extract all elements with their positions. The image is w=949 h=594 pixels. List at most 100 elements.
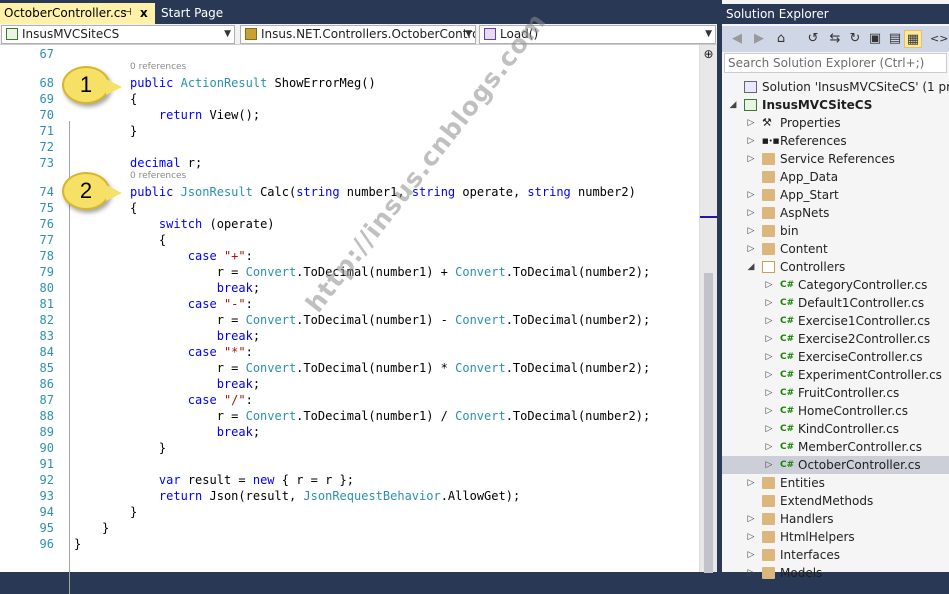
tree-item[interactable]: App_Data — [722, 168, 949, 186]
tab-start-page[interactable]: Start Page — [157, 3, 257, 24]
collapsed-arrow-icon[interactable]: ▷ — [746, 510, 756, 528]
collapsed-arrow-icon[interactable]: ▷ — [764, 402, 774, 420]
solution-search-input[interactable]: Search Solution Explorer (Ctrl+;) — [724, 53, 947, 73]
tree-item[interactable]: ▷ Handlers — [722, 510, 949, 528]
close-icon[interactable]: x — [140, 3, 148, 23]
tree-item[interactable]: ◢ InsusMVCSiteCS — [722, 96, 949, 114]
code-line[interactable]: case "-": — [130, 297, 253, 311]
code-line[interactable]: } — [74, 537, 81, 551]
code-line[interactable]: r = Convert.ToDecimal(number1) / Convert… — [130, 409, 651, 423]
collapsed-arrow-icon[interactable]: ▷ — [746, 222, 756, 240]
tree-item[interactable]: ▷ HtmlHelpers — [722, 528, 949, 546]
code-line[interactable]: var result = new { r = r }; — [130, 473, 354, 487]
code-editor[interactable]: OctoberController.cs ⊣ x Start Page Insu… — [0, 0, 717, 594]
tab-october-controller[interactable]: OctoberController.cs ⊣ x — [0, 3, 155, 24]
code-line[interactable]: { — [130, 201, 137, 215]
collapsed-arrow-icon[interactable]: ▷ — [764, 366, 774, 384]
collapsed-arrow-icon[interactable]: ▷ — [764, 384, 774, 402]
tree-item[interactable]: ◢ Controllers — [722, 258, 949, 276]
tree-item[interactable]: ExtendMethods — [722, 492, 949, 510]
code-lens-references[interactable]: 0 references — [130, 171, 186, 181]
tree-item[interactable]: ▷ C# KindController.cs — [722, 420, 949, 438]
collapsed-arrow-icon[interactable]: ▷ — [746, 240, 756, 258]
code-line[interactable]: r = Convert.ToDecimal(number1) + Convert… — [130, 265, 651, 279]
tree-item[interactable]: ▷ C# OctoberController.cs — [722, 456, 949, 474]
collapse-icon[interactable]: ▣ — [866, 30, 884, 48]
code-line[interactable]: break; — [130, 377, 260, 391]
collapsed-arrow-icon[interactable]: ▷ — [764, 294, 774, 312]
collapsed-arrow-icon[interactable]: ▷ — [746, 546, 756, 564]
code-line[interactable]: } — [130, 124, 137, 138]
code-line[interactable]: return Json(result, JsonRequestBehavior.… — [130, 489, 520, 503]
code-line[interactable]: r = Convert.ToDecimal(number1) * Convert… — [130, 361, 651, 375]
code-lens-references[interactable]: 0 references — [130, 62, 186, 72]
vertical-scrollbar[interactable]: ⊕ — [699, 45, 717, 573]
collapsed-arrow-icon[interactable]: ▷ — [764, 312, 774, 330]
tree-item[interactable]: ▷ C# MemberController.cs — [722, 438, 949, 456]
tree-item[interactable]: ▷ C# Exercise1Controller.cs — [722, 312, 949, 330]
code-line[interactable]: break; — [130, 329, 260, 343]
collapsed-arrow-icon[interactable]: ▷ — [746, 528, 756, 546]
code-line[interactable]: } — [130, 505, 137, 519]
tree-item[interactable]: ▷ Entities — [722, 474, 949, 492]
code-line[interactable]: return View(); — [130, 108, 260, 122]
forward-icon[interactable]: ▶ — [750, 30, 768, 48]
code-line[interactable]: break; — [130, 425, 260, 439]
history-icon[interactable]: ↺ — [804, 30, 822, 48]
tree-item[interactable]: ▷ C# ExperimentController.cs — [722, 366, 949, 384]
back-icon[interactable]: ◀ — [728, 30, 746, 48]
expanded-arrow-icon[interactable]: ◢ — [728, 96, 738, 114]
tree-item[interactable]: Solution 'InsusMVCSiteCS' (1 project) — [722, 78, 949, 96]
code-line[interactable]: } — [102, 521, 109, 535]
collapsed-arrow-icon[interactable]: ▷ — [764, 348, 774, 366]
code-line[interactable]: } — [130, 441, 166, 455]
code-line[interactable]: r = Convert.ToDecimal(number1) - Convert… — [130, 313, 651, 327]
code-area[interactable]: 67 0 references 68 public ActionResult Show… — [0, 45, 699, 594]
collapsed-arrow-icon[interactable]: ▷ — [764, 438, 774, 456]
split-icon[interactable]: ⊕ — [701, 47, 716, 61]
scrollbar-thumb[interactable] — [704, 273, 713, 573]
tree-item[interactable]: ▷ Models — [722, 564, 949, 582]
pin-icon[interactable]: ⊣ — [123, 3, 132, 23]
project-dropdown[interactable]: InsusMVCSiteCS ▼ — [1, 25, 235, 44]
sync-icon[interactable]: ⇆ — [826, 30, 844, 48]
tree-item[interactable]: ▷ bin — [722, 222, 949, 240]
code-line[interactable]: decimal r; — [130, 156, 202, 170]
expanded-arrow-icon[interactable]: ◢ — [746, 258, 756, 276]
tree-item[interactable]: ▷ C# HomeController.cs — [722, 402, 949, 420]
code-line[interactable]: case "/": — [130, 393, 253, 407]
tree-item[interactable]: ▷ C# Default1Controller.cs — [722, 294, 949, 312]
code-line[interactable]: switch (operate) — [130, 217, 275, 231]
collapsed-arrow-icon[interactable]: ▷ — [764, 276, 774, 294]
refresh-icon[interactable]: ↻ — [846, 30, 864, 48]
tree-item[interactable]: ▷ C# ExerciseController.cs — [722, 348, 949, 366]
collapsed-arrow-icon[interactable]: ▷ — [764, 456, 774, 474]
tree-item[interactable]: ▷ Content — [722, 240, 949, 258]
class-dropdown[interactable]: Insus.NET.Controllers.OctoberControl ▼ — [240, 25, 476, 44]
collapsed-arrow-icon[interactable]: ▷ — [764, 420, 774, 438]
preview-icon[interactable]: ▦ — [904, 30, 922, 48]
code-line[interactable]: { — [130, 92, 137, 106]
tree-item[interactable]: ▷ C# CategoryController.cs — [722, 276, 949, 294]
code-line[interactable]: { — [130, 233, 166, 247]
collapsed-arrow-icon[interactable]: ▷ — [746, 204, 756, 222]
collapsed-arrow-icon[interactable]: ▷ — [746, 114, 756, 132]
code-line[interactable]: case "*": — [130, 345, 253, 359]
collapsed-arrow-icon[interactable]: ▷ — [746, 186, 756, 204]
tree-item[interactable]: ▷ Interfaces — [722, 546, 949, 564]
tree-item[interactable]: ▷ ■•■ References — [722, 132, 949, 150]
code-line[interactable]: break; — [130, 281, 260, 295]
collapsed-arrow-icon[interactable]: ▷ — [746, 150, 756, 168]
collapsed-arrow-icon[interactable]: ▷ — [746, 132, 756, 150]
tree-item[interactable]: ▷ C# FruitController.cs — [722, 384, 949, 402]
tree-item[interactable]: ▷ Service References — [722, 150, 949, 168]
home-icon[interactable]: ⌂ — [772, 30, 790, 48]
tree-item[interactable]: ▷ ⚒ Properties — [722, 114, 949, 132]
code-line[interactable]: case "+": — [130, 249, 253, 263]
collapsed-arrow-icon[interactable]: ▷ — [746, 564, 756, 582]
code-view-icon[interactable]: <> — [930, 30, 948, 48]
collapsed-arrow-icon[interactable]: ▷ — [764, 330, 774, 348]
code-line[interactable]: public ActionResult ShowErrorMeg() — [130, 76, 376, 90]
collapsed-arrow-icon[interactable]: ▷ — [746, 474, 756, 492]
tree-item[interactable]: ▷ AspNets — [722, 204, 949, 222]
